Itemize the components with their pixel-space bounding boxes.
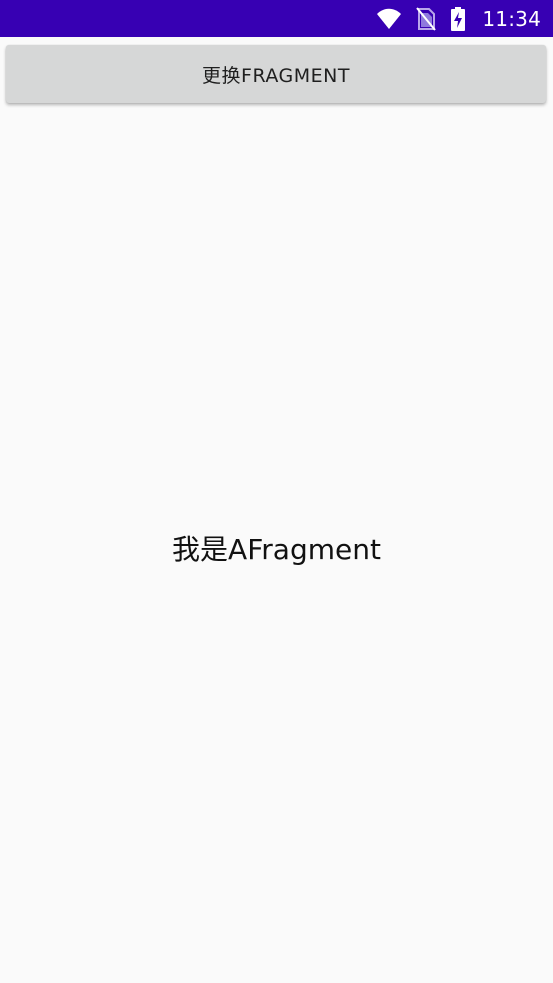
wifi-icon — [376, 8, 402, 30]
switch-fragment-button[interactable]: 更换FRAGMENT — [6, 45, 546, 103]
status-time: 11:34 — [482, 6, 541, 31]
status-icons: 11:34 — [376, 0, 541, 37]
fragment-label: 我是AFragment — [172, 533, 381, 566]
no-sim-icon — [416, 6, 437, 31]
fragment-container: 我是AFragment — [0, 110, 553, 983]
status-bar: 11:34 — [0, 0, 553, 37]
battery-charging-icon — [450, 6, 466, 32]
